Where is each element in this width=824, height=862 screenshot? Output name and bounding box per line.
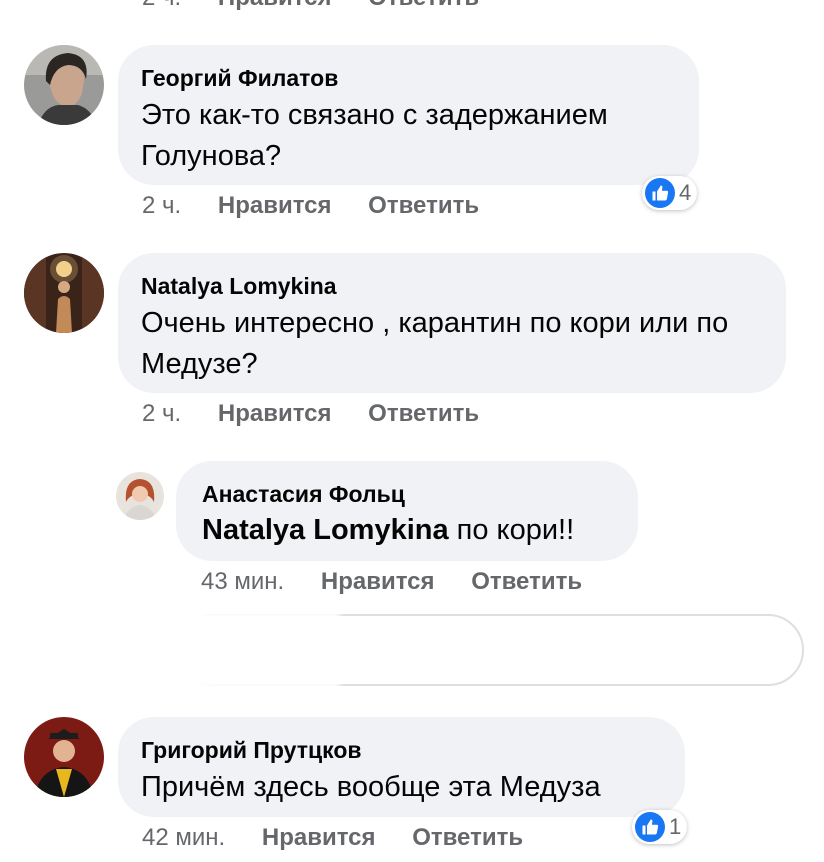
reaction-count: 4 (679, 180, 692, 205)
avatar[interactable] (24, 45, 104, 125)
comment-bubble: Григорий Прутцков Причём здесь вообще эт… (118, 717, 685, 817)
comment-author[interactable]: Георгий Филатов (141, 65, 338, 92)
comment-actions: 43 мин. Нравится Ответить (201, 568, 582, 596)
comment-text: Natalya Lomykina по кори!! (202, 510, 574, 551)
like-link[interactable]: Нравится (262, 824, 376, 851)
comment-bubble: Natalya Lomykina Очень интересно , каран… (118, 253, 786, 393)
comment-time[interactable]: 42 мин. (142, 824, 225, 851)
like-icon (635, 812, 665, 842)
comment-text: Причём здесь вообще эта Медуза (141, 771, 601, 803)
avatar[interactable] (24, 253, 104, 333)
like-link[interactable]: Нравится (218, 192, 332, 219)
reply-link[interactable]: Ответить (471, 568, 582, 595)
mention-link[interactable]: Natalya Lomykina (202, 514, 449, 546)
avatar[interactable] (116, 472, 164, 520)
top-action-row: 2 ч. Нравится Ответить (142, 0, 479, 12)
reply-bubble: Анастасия Фольц Natalya Lomykina по кори… (176, 461, 638, 561)
reply-text: по кори!! (448, 514, 575, 546)
like-link[interactable]: Нравится (218, 0, 332, 11)
comment-actions: 2 ч. Нравится Ответить (142, 400, 479, 428)
comment-time[interactable]: 43 мин. (201, 568, 284, 595)
like-icon (645, 178, 675, 208)
comment-author[interactable]: Григорий Прутцков (141, 737, 362, 764)
reply-link[interactable]: Ответить (368, 0, 479, 11)
comment-author[interactable]: Natalya Lomykina (141, 273, 337, 300)
avatar[interactable] (24, 717, 104, 797)
comment-bubble: Георгий Филатов Это как-то связано с зад… (118, 45, 699, 185)
comment-time[interactable]: 2 ч. (142, 0, 181, 11)
like-link[interactable]: Нравится (218, 400, 332, 427)
comment-time[interactable]: 2 ч. (142, 400, 181, 427)
obscured-area (40, 612, 340, 688)
reply-link[interactable]: Ответить (368, 400, 479, 427)
reply-link[interactable]: Ответить (368, 192, 479, 219)
comment-actions: 2 ч. Нравится Ответить (142, 192, 479, 220)
comment-actions: 42 мин. Нравится Ответить (142, 824, 523, 852)
comment-author[interactable]: Анастасия Фольц (202, 481, 405, 508)
reply-link[interactable]: Ответить (412, 824, 523, 851)
comment-time[interactable]: 2 ч. (142, 192, 181, 219)
reaction-count: 1 (669, 814, 682, 839)
comment-text: Очень интересно , карантин по кори или п… (141, 307, 729, 380)
reaction-badge[interactable]: 4 (642, 176, 698, 210)
reaction-badge[interactable]: 1 (632, 810, 688, 844)
comment-text: Это как-то связано с задержанием Голунов… (141, 99, 608, 172)
like-link[interactable]: Нравится (321, 568, 435, 595)
